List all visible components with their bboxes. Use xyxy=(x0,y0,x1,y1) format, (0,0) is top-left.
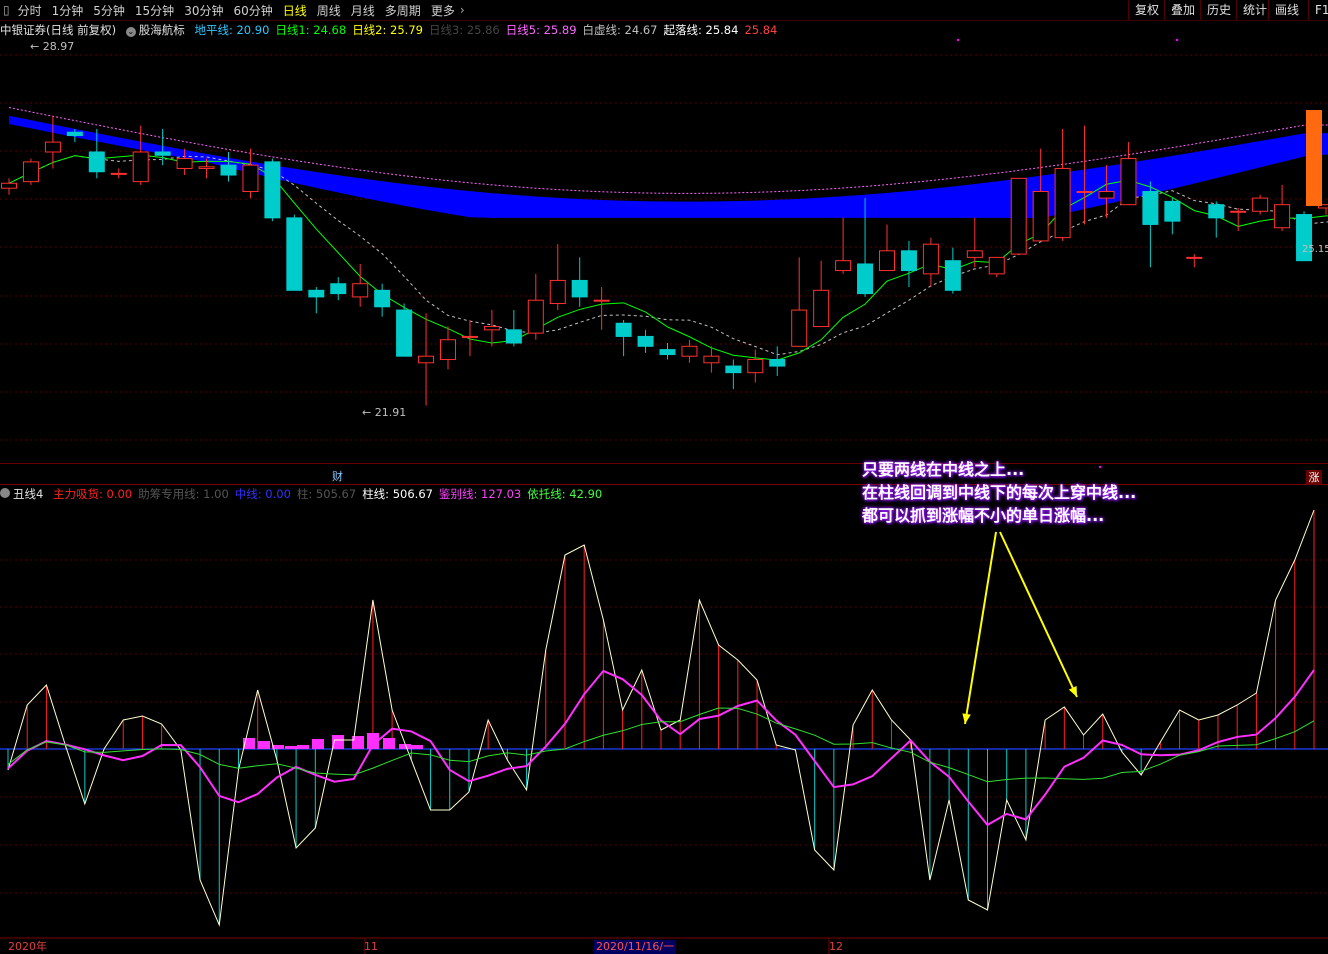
sub-value-4: 柱线: 506.67 xyxy=(362,487,433,501)
candle-body xyxy=(966,250,983,258)
candle-body xyxy=(593,299,610,302)
candle-body xyxy=(1142,191,1159,225)
candle-body xyxy=(396,309,413,357)
annotation-callout: 只要两线在中线之上... 在柱线回调到中线下的每次上穿中线... 都可以抓到涨幅… xyxy=(862,458,1212,527)
annotation-arrow xyxy=(999,531,1078,698)
accumulation-block xyxy=(411,745,423,749)
candle-body xyxy=(44,141,61,153)
candle-body xyxy=(286,217,303,291)
sub-value-2: 中线: 0.00 xyxy=(234,487,291,501)
candle-body xyxy=(66,131,83,137)
candle-body xyxy=(1274,204,1291,229)
date-label-0: 2020年 xyxy=(8,940,47,953)
low-price-label: ← 21.91 xyxy=(362,406,406,419)
candle-body xyxy=(1,182,17,189)
sub-indicator-line: 丑线4 主力吸货: 0.00 助筹专用线: 1.00 中线: 0.00 柱: 505.… xyxy=(0,486,614,502)
arrow-head xyxy=(962,713,971,724)
candle-body xyxy=(461,335,478,338)
candle-body xyxy=(1186,256,1203,259)
candle-body xyxy=(703,355,720,364)
candle-body xyxy=(110,172,127,175)
candle-body xyxy=(769,358,786,367)
candle-body xyxy=(88,151,105,173)
candle-body xyxy=(1010,177,1027,255)
last-price-label: 25.15 xyxy=(1302,244,1328,255)
date-label-3: 12 xyxy=(829,940,843,953)
candle-body xyxy=(1054,167,1071,239)
annotation-arrow xyxy=(964,531,997,725)
candle-body xyxy=(374,289,391,308)
candle-body xyxy=(22,161,39,183)
candle-body xyxy=(681,345,698,357)
candle-body xyxy=(132,151,149,183)
candle-body xyxy=(176,158,193,169)
sub-indicator-name[interactable]: 丑线4 xyxy=(13,487,43,501)
candle-body xyxy=(1230,210,1247,213)
candle-body xyxy=(1252,197,1269,212)
candle-body xyxy=(922,243,939,275)
accumulation-block xyxy=(312,739,324,749)
candle-body xyxy=(659,349,676,356)
candle-body xyxy=(198,166,215,169)
candle-body xyxy=(747,358,764,374)
sub-value-3: 柱: 505.67 xyxy=(296,487,357,501)
candle-body xyxy=(352,283,369,298)
rise-badge[interactable]: 涨 xyxy=(1306,470,1322,485)
candle-body xyxy=(791,309,808,347)
candle-body xyxy=(615,322,632,337)
high-price-label: ← 28.97 xyxy=(30,40,74,53)
sub-value-1: 助筹专用线: 1.00 xyxy=(138,487,229,501)
candle-body xyxy=(725,365,742,374)
candle-body xyxy=(440,339,456,360)
accumulation-block xyxy=(258,741,270,749)
candle-body xyxy=(330,283,347,295)
candle-body xyxy=(944,260,961,291)
bar-line xyxy=(7,509,1315,927)
candle-body xyxy=(988,256,1005,275)
candle-body xyxy=(1076,191,1093,194)
accumulation-block xyxy=(285,746,297,749)
candle-body xyxy=(1164,200,1181,222)
sub-value-0: 主力吸货: 0.00 xyxy=(52,487,133,501)
signal-dot xyxy=(956,38,960,42)
candle-body xyxy=(220,164,237,176)
candle-body xyxy=(1208,204,1225,219)
volume-indicator-bar xyxy=(1306,110,1322,206)
candle-body xyxy=(571,279,588,298)
callout-line-3: 都可以抓到涨幅不小的单日涨幅... xyxy=(862,506,1105,525)
finance-marker[interactable]: 财 xyxy=(332,468,343,484)
sub-value-6: 依托线: 42.90 xyxy=(527,487,603,501)
callout-line-2: 在柱线回调到中线下的每次上穿中线... xyxy=(862,483,1137,502)
candle-body xyxy=(857,263,874,295)
candle-body xyxy=(242,164,259,193)
candle-body xyxy=(505,329,522,344)
candle-body xyxy=(900,250,917,272)
candle-body xyxy=(549,279,566,304)
candle-body xyxy=(637,335,654,347)
sub-indicator-icon[interactable] xyxy=(0,488,10,498)
date-label-2: 2020/11/16/一 xyxy=(594,940,677,954)
sub-value-5: 鉴别线: 127.03 xyxy=(438,487,522,501)
candle-body xyxy=(308,289,325,298)
candle-body xyxy=(1032,191,1049,242)
candle-body xyxy=(418,355,435,364)
candle-body xyxy=(264,161,281,219)
date-label-1: 11 xyxy=(364,940,378,953)
callout-line-1: 只要两线在中线之上... xyxy=(862,460,1025,479)
accumulation-block xyxy=(297,745,309,749)
candle-body xyxy=(527,299,544,334)
signal-dot xyxy=(1175,38,1179,42)
candle-body xyxy=(1120,158,1137,206)
sub-indicator-values: 主力吸货: 0.00 助筹专用线: 1.00 中线: 0.00 柱: 505.67 柱线… xyxy=(53,487,608,501)
candle-body xyxy=(835,260,852,272)
candle-body xyxy=(154,151,171,156)
candle-body xyxy=(1098,191,1115,199)
candle-body xyxy=(813,289,830,328)
candle-body xyxy=(483,326,500,331)
candle-body xyxy=(879,250,895,272)
accumulation-block xyxy=(383,738,395,749)
